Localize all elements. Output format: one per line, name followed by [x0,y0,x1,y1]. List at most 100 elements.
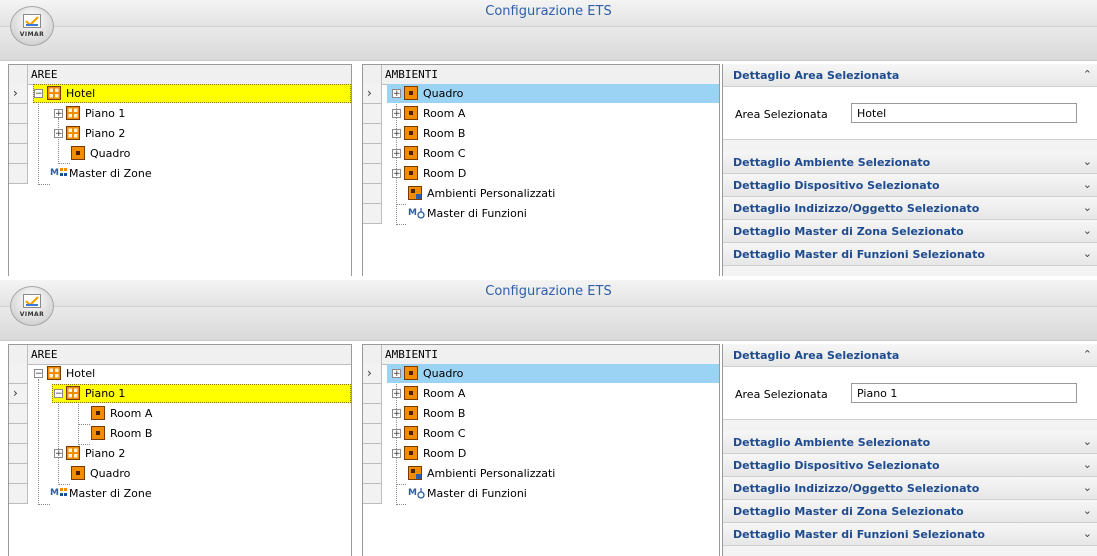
chevron-down-icon[interactable]: ⌄ [1083,435,1092,448]
collapse-icon[interactable]: − [54,389,63,399]
expand-icon[interactable]: + [392,429,401,439]
tree-row[interactable]: Quadro [9,464,351,484]
collapse-icon[interactable]: − [34,369,43,379]
expand-icon[interactable]: + [392,369,401,379]
row-selector[interactable] [9,484,28,504]
row-selector[interactable] [9,104,28,124]
chevron-down-icon[interactable]: ⌄ [1083,504,1092,517]
section-device-detail[interactable]: Dettaglio Dispositivo Selezionato ⌄ [723,454,1097,477]
areas-tree-panel[interactable]: AREE › − Hotel + Piano 1 + Piano 2 Quadr… [8,64,352,276]
section-area-detail[interactable]: Dettaglio Area Selezionata ⌃ [723,344,1097,367]
expand-icon[interactable]: + [392,169,401,179]
section-device-detail[interactable]: Dettaglio Dispositivo Selezionato ⌄ [723,174,1097,197]
tree-row[interactable]: › + Quadro [363,84,719,104]
vimar-logo-button[interactable]: VIMAR [10,286,54,326]
row-selector[interactable] [363,464,382,484]
chevron-down-icon[interactable]: ⌄ [1083,201,1092,214]
expand-icon[interactable]: + [392,89,401,99]
tree-row[interactable]: Ambienti Personalizzati [363,184,719,204]
chevron-down-icon[interactable]: ⌄ [1083,458,1092,471]
chevron-up-icon[interactable]: ⌃ [1083,348,1092,361]
row-selector[interactable]: › [9,384,28,404]
row-selector[interactable] [363,104,382,124]
rooms-tree-panel[interactable]: AMBIENTI › + Quadro + Room A + Room B + [362,64,720,276]
tree-row[interactable]: Master di Zone [9,164,351,184]
row-selector[interactable] [9,404,28,424]
section-area-detail[interactable]: Dettaglio Area Selezionata ⌃ [723,64,1097,87]
tree-row[interactable]: Room A [9,404,351,424]
tree-row[interactable]: − Hotel [9,364,351,384]
tree-row[interactable]: + Room C [363,144,719,164]
section-master-function-detail[interactable]: Dettaglio Master di Funzioni Selezionato… [723,523,1097,546]
expand-icon[interactable]: + [392,149,401,159]
expand-icon[interactable]: + [54,109,63,119]
collapse-icon[interactable]: − [34,89,43,99]
selected-area-field[interactable] [851,103,1077,123]
tree-row[interactable]: + Room C [363,424,719,444]
chevron-down-icon[interactable]: ⌄ [1083,481,1092,494]
row-selector[interactable] [363,444,382,464]
section-master-function-detail[interactable]: Dettaglio Master di Funzioni Selezionato… [723,243,1097,266]
row-selector[interactable] [9,364,28,384]
tree-row[interactable]: + Piano 1 [9,104,351,124]
tree-row[interactable]: + Piano 2 [9,444,351,464]
expand-icon[interactable]: + [392,129,401,139]
row-selector[interactable] [9,424,28,444]
rooms-tree-panel[interactable]: AMBIENTI › + Quadro + Room A + Room B + [362,344,720,556]
tree-row[interactable]: Ambienti Personalizzati [363,464,719,484]
row-selector[interactable]: › [363,364,382,384]
vimar-logo-button[interactable]: VIMAR [10,6,54,46]
section-room-detail[interactable]: Dettaglio Ambiente Selezionato ⌄ [723,151,1097,174]
row-selector[interactable] [363,164,382,184]
tree-row[interactable]: + Room A [363,384,719,404]
chevron-down-icon[interactable]: ⌄ [1083,527,1092,540]
row-selector[interactable] [363,204,382,224]
expand-icon[interactable]: + [392,409,401,419]
row-selector[interactable] [363,424,382,444]
row-selector[interactable] [9,444,28,464]
row-selector[interactable] [363,144,382,164]
tree-row[interactable]: › − Hotel [9,84,351,104]
tree-row[interactable]: › − Piano 1 [9,384,351,404]
row-selector[interactable] [363,124,382,144]
tree-row[interactable]: + Room A [363,104,719,124]
section-address-detail[interactable]: Dettaglio Indizizzo/Oggetto Selezionato … [723,197,1097,220]
row-selector[interactable] [363,484,382,504]
row-selector[interactable] [9,124,28,144]
tree-row[interactable]: › + Quadro [363,364,719,384]
row-selector[interactable] [9,464,28,484]
areas-tree-panel[interactable]: AREE − Hotel › − Piano 1 Room A Room B +… [8,344,352,556]
expand-icon[interactable]: + [54,449,63,459]
chevron-up-icon[interactable]: ⌃ [1083,68,1092,81]
expand-icon[interactable]: + [54,129,63,139]
tree-row[interactable]: + Room B [363,124,719,144]
tree-row[interactable]: Master di Zone [9,484,351,504]
chevron-down-icon[interactable]: ⌄ [1083,178,1092,191]
section-master-zone-detail[interactable]: Dettaglio Master di Zona Selezionato ⌄ [723,220,1097,243]
tree-row[interactable]: + Room B [363,404,719,424]
tree-row[interactable]: + Piano 2 [9,124,351,144]
tree-row[interactable]: + Room D [363,444,719,464]
chevron-down-icon[interactable]: ⌄ [1083,224,1092,237]
section-address-detail[interactable]: Dettaglio Indizizzo/Oggetto Selezionato … [723,477,1097,500]
tree-row[interactable]: Quadro [9,144,351,164]
tree-row[interactable]: Master di Funzioni [363,204,719,224]
expand-icon[interactable]: + [392,389,401,399]
section-room-detail[interactable]: Dettaglio Ambiente Selezionato ⌄ [723,431,1097,454]
tree-row[interactable]: Room B [9,424,351,444]
row-selector[interactable]: › [363,84,382,104]
section-master-zone-detail[interactable]: Dettaglio Master di Zona Selezionato ⌄ [723,500,1097,523]
chevron-down-icon[interactable]: ⌄ [1083,247,1092,260]
expand-icon[interactable]: + [392,109,401,119]
row-selector[interactable]: › [9,84,28,104]
chevron-down-icon[interactable]: ⌄ [1083,155,1092,168]
row-selector[interactable] [363,404,382,424]
row-selector[interactable] [363,384,382,404]
row-selector[interactable] [9,164,28,184]
tree-row[interactable]: + Room D [363,164,719,184]
row-selector[interactable] [9,144,28,164]
tree-row[interactable]: Master di Funzioni [363,484,719,504]
row-selector[interactable] [363,184,382,204]
selected-area-field[interactable] [851,383,1077,403]
expand-icon[interactable]: + [392,449,401,459]
